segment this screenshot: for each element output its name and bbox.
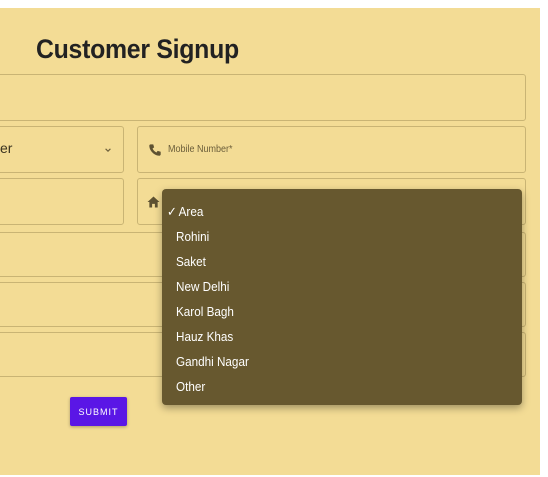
customer-type-select-value: er	[0, 140, 13, 156]
phone-icon	[149, 144, 161, 156]
signup-panel: Customer Signup er Mobile Number* SUBMIT…	[0, 8, 540, 475]
dropdown-option-hauz-khas[interactable]: Hauz Khas	[176, 329, 233, 345]
dropdown-option-other[interactable]: Other	[176, 379, 205, 395]
chevron-down-icon	[105, 148, 111, 152]
checkmark-icon: ✓	[167, 204, 177, 219]
page-title: Customer Signup	[36, 34, 239, 64]
dropdown-option-karol-bagh[interactable]: Karol Bagh	[176, 304, 234, 320]
dropdown-option-saket[interactable]: Saket	[176, 254, 206, 270]
area-dropdown-menu[interactable]: ✓ Area Rohini Saket New Delhi Karol Bagh …	[162, 189, 522, 405]
name-field[interactable]	[0, 74, 526, 121]
mobile-number-placeholder: Mobile Number*	[168, 144, 233, 155]
submit-button[interactable]: SUBMIT	[70, 397, 127, 426]
home-icon	[147, 196, 160, 208]
dropdown-option-area[interactable]: ✓ Area	[167, 204, 203, 220]
left-field-row3[interactable]	[0, 178, 124, 225]
dropdown-option-gandhi-nagar[interactable]: Gandhi Nagar	[176, 354, 249, 370]
dropdown-option-rohini[interactable]: Rohini	[176, 229, 209, 245]
dropdown-option-new-delhi[interactable]: New Delhi	[176, 279, 229, 295]
